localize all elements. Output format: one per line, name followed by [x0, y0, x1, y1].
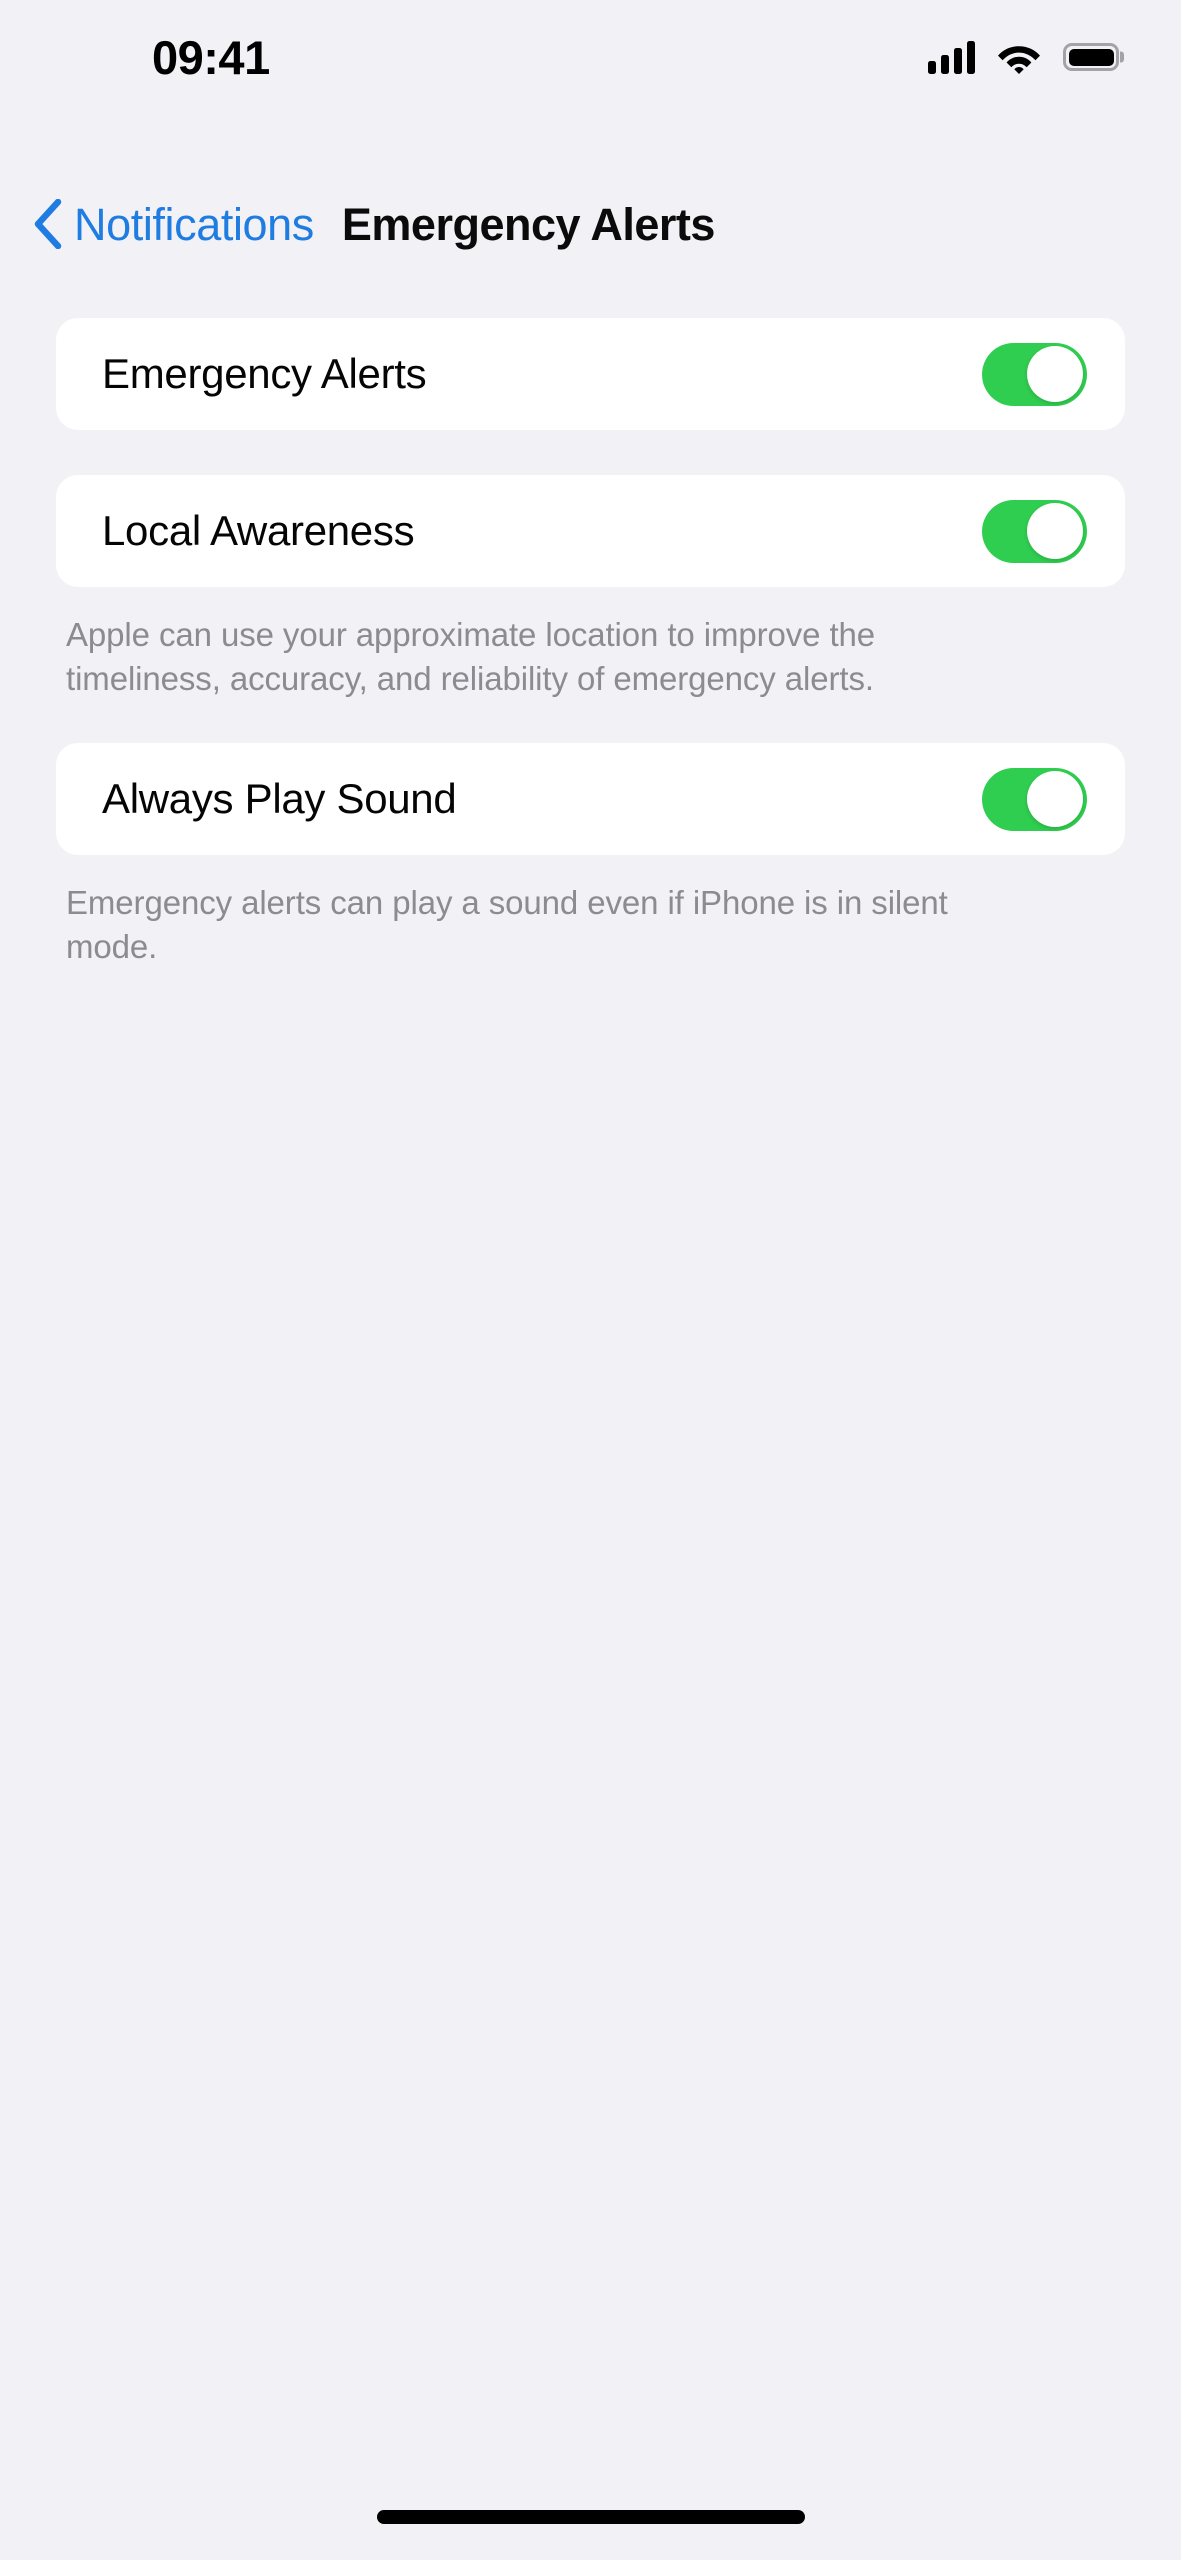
settings-row-local-awareness[interactable]: Local Awareness	[56, 475, 1125, 587]
toggle-emergency-alerts[interactable]	[982, 342, 1087, 406]
toggle-local-awareness[interactable]	[982, 499, 1087, 563]
section-footer-local-awareness: Apple can use your approximate location …	[66, 616, 876, 697]
wifi-icon	[998, 45, 1040, 74]
chevron-left-icon	[34, 199, 62, 249]
settings-row-emergency-alerts[interactable]: Emergency Alerts	[56, 318, 1125, 430]
status-bar-icons	[928, 40, 1119, 74]
battery-icon	[1063, 43, 1119, 71]
toggle-knob	[1027, 771, 1083, 827]
back-button-label: Notifications	[74, 198, 314, 250]
row-label: Emergency Alerts	[102, 350, 427, 397]
settings-content: Emergency Alerts Local Awareness Apple c…	[0, 318, 1181, 969]
cellular-signal-icon	[928, 40, 975, 74]
home-indicator[interactable]	[376, 2510, 805, 2524]
page-title: Emergency Alerts	[341, 198, 716, 250]
status-bar-clock: 09:41	[152, 30, 270, 84]
row-label: Local Awareness	[102, 507, 415, 554]
row-label: Always Play Sound	[102, 775, 457, 822]
toggle-knob	[1027, 346, 1083, 402]
settings-row-always-play-sound[interactable]: Always Play Sound	[56, 743, 1125, 855]
navigation-bar: Notifications Emergency Alerts	[0, 168, 1181, 280]
battery-fill	[1068, 48, 1114, 66]
section-footer-always-play-sound: Emergency alerts can play a sound even i…	[66, 884, 948, 965]
back-button[interactable]: Notifications	[32, 199, 314, 249]
status-bar: 09:41	[0, 0, 1181, 118]
toggle-knob	[1027, 503, 1083, 559]
toggle-always-play-sound[interactable]	[982, 767, 1087, 831]
